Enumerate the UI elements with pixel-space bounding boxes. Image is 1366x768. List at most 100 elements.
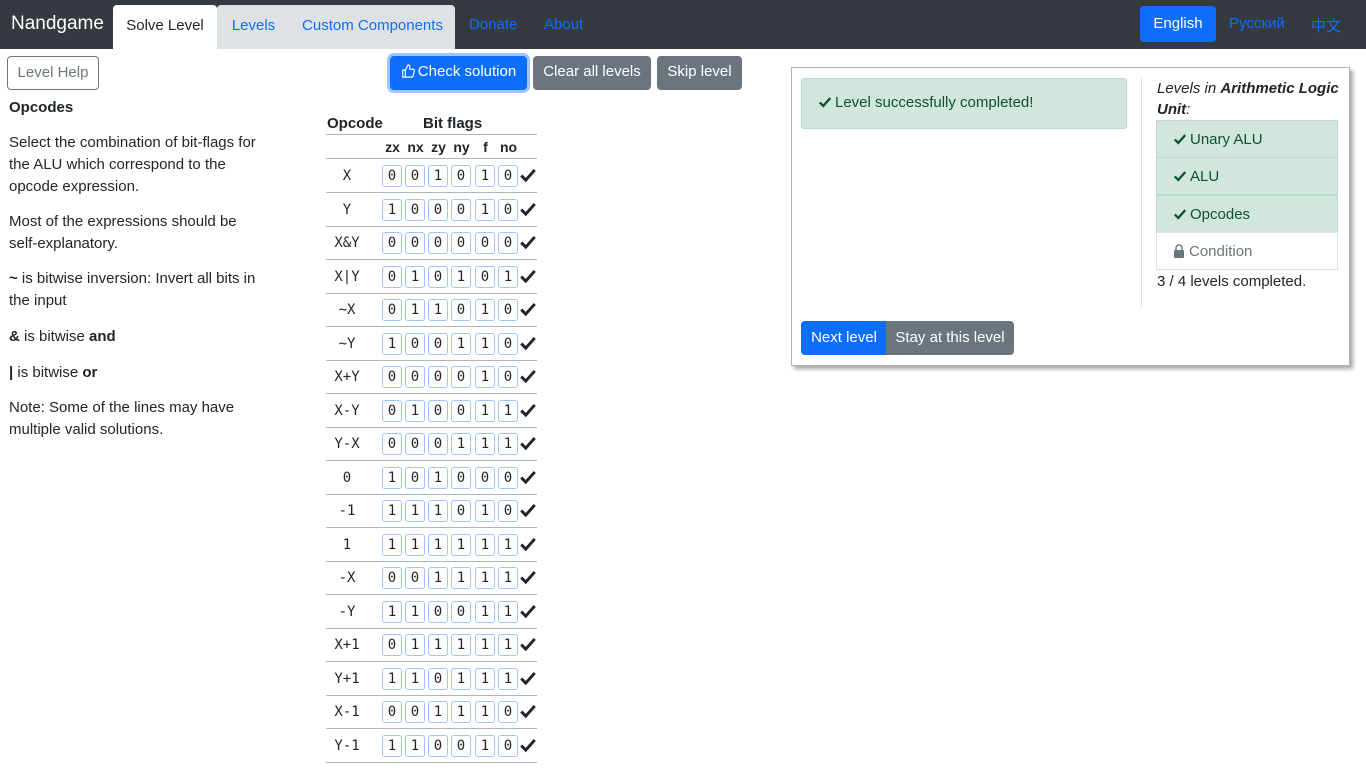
bit-toggle-f[interactable]: 0 [475,467,495,489]
bit-toggle-zy[interactable]: 0 [428,232,448,254]
bit-toggle-ny[interactable]: 0 [451,199,471,221]
bit-toggle-zx[interactable]: 0 [382,299,402,321]
bit-toggle-zx[interactable]: 0 [382,165,402,187]
bit-toggle-zy[interactable]: 1 [428,701,448,723]
bit-toggle-ny[interactable]: 0 [451,366,471,388]
bit-toggle-f[interactable]: 1 [475,534,495,556]
level-item-alu[interactable]: ALU [1156,157,1338,195]
bit-toggle-nx[interactable]: 1 [405,534,425,556]
bit-toggle-no[interactable]: 0 [498,701,518,723]
bit-toggle-nx[interactable]: 1 [405,500,425,522]
bit-toggle-ny[interactable]: 0 [451,601,471,623]
bit-toggle-zx[interactable]: 0 [382,567,402,589]
bit-toggle-f[interactable]: 1 [475,366,495,388]
bit-toggle-no[interactable]: 1 [498,567,518,589]
bit-toggle-ny[interactable]: 0 [451,467,471,489]
bit-toggle-zx[interactable]: 1 [382,199,402,221]
bit-toggle-ny[interactable]: 1 [451,534,471,556]
bit-toggle-ny[interactable]: 0 [451,400,471,422]
bit-toggle-ny[interactable]: 1 [451,433,471,455]
tab-custom-components[interactable]: Custom Components [290,5,455,49]
tab-solve-level[interactable]: Solve Level [113,5,217,49]
bit-toggle-nx[interactable]: 1 [405,266,425,288]
stay-at-level-button[interactable]: Stay at this level [886,321,1014,355]
bit-toggle-f[interactable]: 1 [475,165,495,187]
bit-toggle-nx[interactable]: 0 [405,467,425,489]
bit-toggle-ny[interactable]: 1 [451,567,471,589]
bit-toggle-zy[interactable]: 1 [428,299,448,321]
bit-toggle-ny[interactable]: 0 [451,735,471,757]
check-solution-button[interactable]: Check solution [390,56,527,90]
bit-toggle-zy[interactable]: 0 [428,333,448,355]
bit-toggle-no[interactable]: 0 [498,333,518,355]
bit-toggle-no[interactable]: 1 [498,668,518,690]
bit-toggle-f[interactable]: 1 [475,668,495,690]
bit-toggle-ny[interactable]: 1 [451,266,471,288]
link-donate[interactable]: Donate [469,16,517,33]
bit-toggle-no[interactable]: 1 [498,433,518,455]
bit-toggle-f[interactable]: 0 [475,232,495,254]
bit-toggle-nx[interactable]: 0 [405,567,425,589]
bit-toggle-f[interactable]: 0 [475,266,495,288]
bit-toggle-no[interactable]: 0 [498,735,518,757]
bit-toggle-f[interactable]: 1 [475,299,495,321]
bit-toggle-f[interactable]: 1 [475,199,495,221]
bit-toggle-zy[interactable]: 0 [428,601,448,623]
next-level-button[interactable]: Next level [801,321,887,355]
bit-toggle-zy[interactable]: 0 [428,199,448,221]
bit-toggle-zy[interactable]: 0 [428,400,448,422]
bit-toggle-nx[interactable]: 0 [405,433,425,455]
bit-toggle-ny[interactable]: 1 [451,668,471,690]
lang-chinese[interactable]: 中文 [1303,6,1349,42]
bit-toggle-no[interactable]: 0 [498,165,518,187]
brand-logo[interactable]: Nandgame [11,13,104,35]
bit-toggle-no[interactable]: 1 [498,634,518,656]
level-item-unary-alu[interactable]: Unary ALU [1156,120,1338,158]
bit-toggle-zx[interactable]: 0 [382,366,402,388]
bit-toggle-zx[interactable]: 0 [382,433,402,455]
bit-toggle-no[interactable]: 1 [498,400,518,422]
skip-level-button[interactable]: Skip level [657,56,742,90]
link-about[interactable]: About [544,16,583,33]
bit-toggle-ny[interactable]: 0 [451,299,471,321]
bit-toggle-nx[interactable]: 1 [405,400,425,422]
bit-toggle-zx[interactable]: 1 [382,735,402,757]
bit-toggle-nx[interactable]: 0 [405,199,425,221]
bit-toggle-f[interactable]: 1 [475,567,495,589]
bit-toggle-zx[interactable]: 1 [382,333,402,355]
bit-toggle-no[interactable]: 0 [498,299,518,321]
bit-toggle-f[interactable]: 1 [475,500,495,522]
tab-levels[interactable]: Levels [217,5,290,49]
bit-toggle-nx[interactable]: 0 [405,701,425,723]
bit-toggle-zx[interactable]: 0 [382,266,402,288]
bit-toggle-ny[interactable]: 1 [451,634,471,656]
bit-toggle-f[interactable]: 1 [475,433,495,455]
bit-toggle-no[interactable]: 1 [498,266,518,288]
bit-toggle-f[interactable]: 1 [475,701,495,723]
bit-toggle-no[interactable]: 1 [498,534,518,556]
bit-toggle-zy[interactable]: 0 [428,266,448,288]
bit-toggle-ny[interactable]: 0 [451,500,471,522]
bit-toggle-f[interactable]: 1 [475,735,495,757]
bit-toggle-ny[interactable]: 1 [451,701,471,723]
bit-toggle-f[interactable]: 1 [475,333,495,355]
clear-all-levels-button[interactable]: Clear all levels [533,56,651,90]
bit-toggle-nx[interactable]: 1 [405,601,425,623]
bit-toggle-zy[interactable]: 0 [428,366,448,388]
bit-toggle-zy[interactable]: 1 [428,467,448,489]
bit-toggle-zx[interactable]: 0 [382,400,402,422]
bit-toggle-nx[interactable]: 0 [405,333,425,355]
bit-toggle-zx[interactable]: 0 [382,634,402,656]
level-help-button[interactable]: Level Help [7,56,99,90]
bit-toggle-zy[interactable]: 1 [428,500,448,522]
bit-toggle-nx[interactable]: 1 [405,634,425,656]
bit-toggle-zx[interactable]: 1 [382,534,402,556]
bit-toggle-f[interactable]: 1 [475,601,495,623]
bit-toggle-no[interactable]: 0 [498,232,518,254]
bit-toggle-nx[interactable]: 0 [405,232,425,254]
bit-toggle-f[interactable]: 1 [475,634,495,656]
bit-toggle-zx[interactable]: 1 [382,500,402,522]
bit-toggle-zy[interactable]: 1 [428,634,448,656]
bit-toggle-nx[interactable]: 0 [405,165,425,187]
lang-russian[interactable]: Русский [1221,6,1293,42]
